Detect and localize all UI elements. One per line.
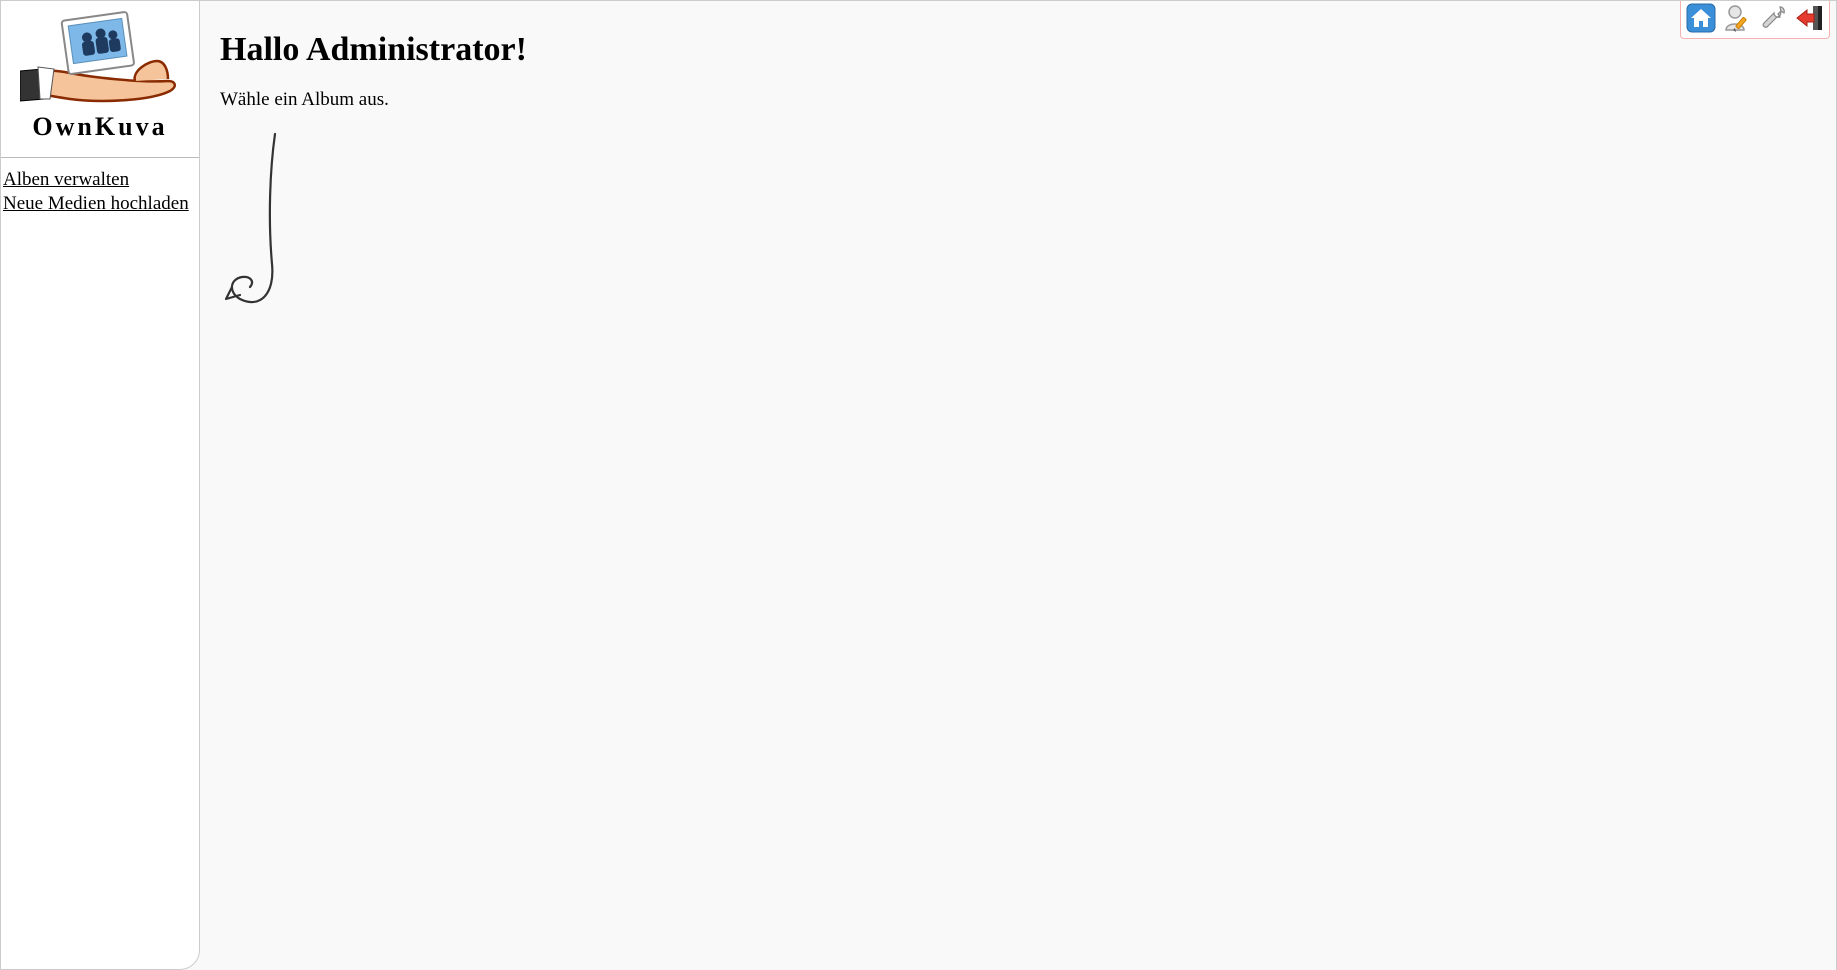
user-edit-button[interactable] xyxy=(1720,2,1754,34)
logout-button[interactable] xyxy=(1792,2,1826,34)
nav-link-upload-media[interactable]: Neue Medien hochladen xyxy=(3,192,197,216)
sidebar: OwnKuva Alben verwalten Neue Medien hoch… xyxy=(0,0,200,970)
logo-area: OwnKuva xyxy=(1,1,199,158)
wrench-icon xyxy=(1758,3,1788,33)
app-logo-icon xyxy=(20,11,180,106)
main-content: Hallo Administrator! Wähle ein Album aus… xyxy=(200,0,1837,970)
settings-button[interactable] xyxy=(1756,2,1790,34)
arrow-hint-icon xyxy=(220,129,310,319)
user-edit-icon xyxy=(1722,3,1752,33)
home-button[interactable] xyxy=(1684,2,1718,34)
logout-icon xyxy=(1794,3,1824,33)
page-heading: Hallo Administrator! xyxy=(220,31,1816,69)
sidebar-nav: Alben verwalten Neue Medien hochladen xyxy=(1,158,199,226)
nav-link-manage-albums[interactable]: Alben verwalten xyxy=(3,168,197,192)
instruction-text: Wähle ein Album aus. xyxy=(220,89,1816,111)
home-icon xyxy=(1686,3,1716,33)
app-name: OwnKuva xyxy=(11,112,189,142)
top-toolbar xyxy=(1680,1,1830,39)
